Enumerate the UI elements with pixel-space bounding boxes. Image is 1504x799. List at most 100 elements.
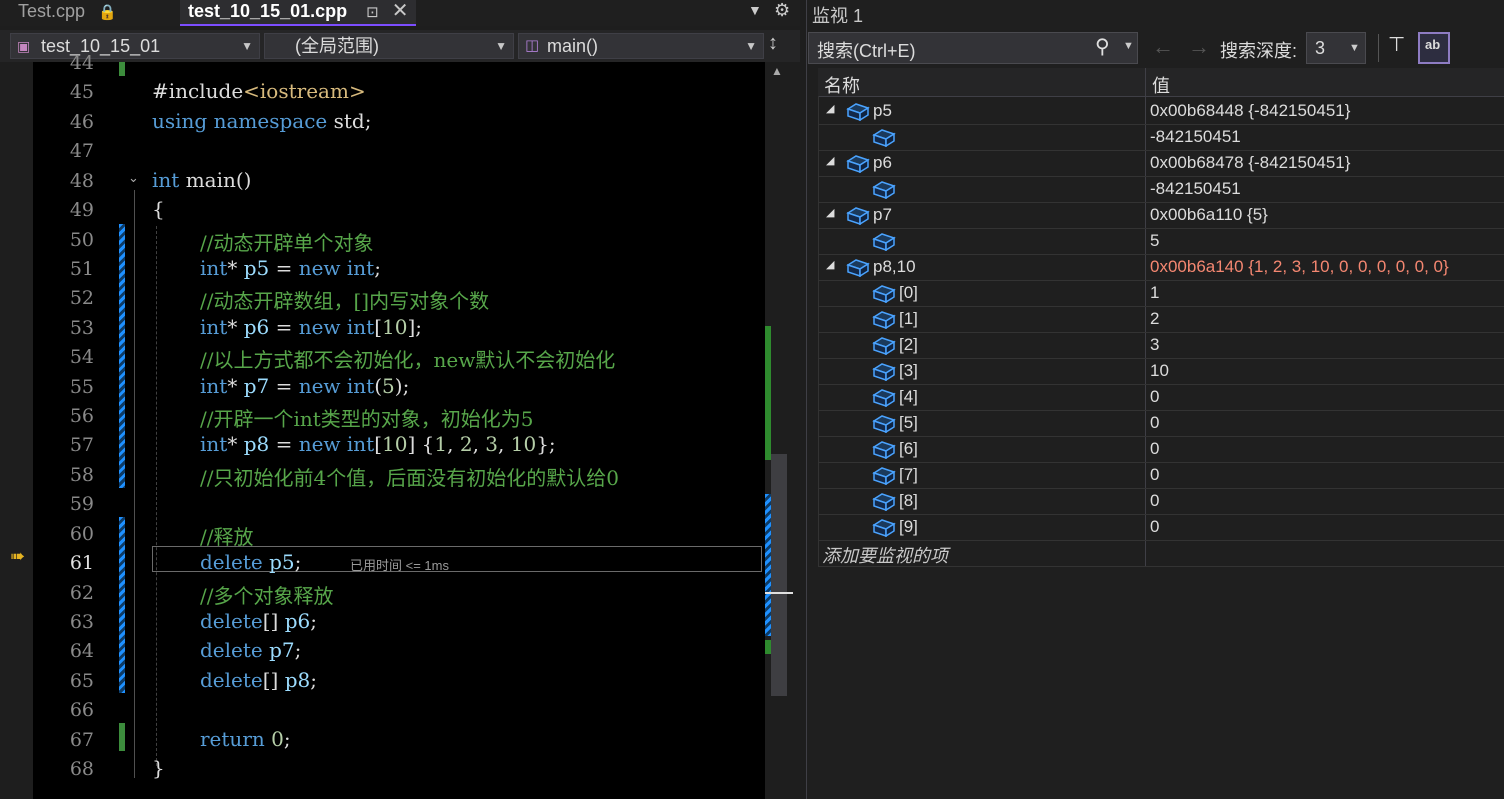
line-number: 45: [69, 81, 94, 104]
search-back-icon[interactable]: ←: [1152, 34, 1174, 60]
variable-icon: [872, 519, 896, 537]
code-line[interactable]: //以上方式都不会初始化，new默认不会初始化: [200, 344, 615, 373]
watch-value: 0: [1150, 491, 1160, 510]
watch-value: 0x00b68448 {-842150451}: [1150, 101, 1351, 120]
watch-row[interactable]: [818, 514, 1504, 541]
scroll-up-icon[interactable]: ▲: [771, 64, 783, 78]
code-line[interactable]: int* p5 = new int;: [200, 256, 381, 280]
line-number: 47: [69, 140, 94, 163]
search-forward-icon[interactable]: →: [1188, 34, 1210, 60]
expand-icon[interactable]: ◢: [826, 154, 834, 167]
line-number: 59: [69, 493, 94, 516]
code-line[interactable]: }: [152, 756, 165, 780]
variable-icon: [872, 467, 896, 485]
watch-name: [7]: [899, 465, 918, 484]
code-line[interactable]: int main(): [152, 168, 251, 192]
search-icon[interactable]: ⚲: [1095, 34, 1110, 59]
variable-icon: [846, 103, 870, 121]
line-number: 66: [69, 699, 94, 722]
variable-icon: [872, 389, 896, 407]
code-line[interactable]: int* p7 = new int(5);: [200, 374, 409, 398]
chevron-down-icon[interactable]: ▼: [1123, 40, 1134, 52]
watch-row[interactable]: [818, 384, 1504, 411]
scroll-change-marker: [765, 640, 771, 654]
variable-icon: [872, 285, 896, 303]
code-line[interactable]: return 0;: [200, 727, 291, 751]
split-icon[interactable]: ↕: [768, 32, 778, 55]
tab-test-cpp[interactable]: Test.cpp 🔒: [0, 0, 180, 26]
variable-icon: [872, 493, 896, 511]
code-line[interactable]: delete p7;: [200, 638, 301, 662]
expand-icon[interactable]: ◢: [826, 102, 834, 115]
gear-icon[interactable]: ⚙: [774, 0, 790, 21]
watch-value: 0: [1150, 439, 1160, 458]
variable-icon: [846, 155, 870, 173]
watch-value: 0x00b68478 {-842150451}: [1150, 153, 1351, 172]
add-watch-row[interactable]: 添加要监视的项: [818, 540, 1504, 567]
chevron-down-icon: ▼: [1349, 42, 1360, 54]
watch-row[interactable]: [818, 436, 1504, 463]
line-number: 67: [69, 728, 94, 751]
toolbar-separator: [1378, 34, 1379, 62]
watch-name: [2]: [899, 335, 918, 354]
watch-title: 监视 1: [812, 6, 864, 26]
code-line[interactable]: //多个对象释放: [200, 580, 333, 609]
close-icon[interactable]: ✕: [392, 0, 409, 22]
code-line[interactable]: //开辟一个int类型的对象，初始化为5: [200, 403, 534, 432]
code-line[interactable]: //释放: [200, 521, 253, 550]
scroll-thumb[interactable]: [771, 454, 787, 696]
column-header-name[interactable]: 名称: [824, 72, 860, 98]
expand-icon[interactable]: ◢: [826, 206, 834, 219]
watch-name: p5: [873, 101, 892, 120]
watch-row[interactable]: [818, 410, 1504, 437]
watch-search-box[interactable]: 搜索(Ctrl+E) ⚲ ▼: [808, 32, 1138, 64]
code-line[interactable]: delete[] p6;: [200, 609, 317, 633]
tab-test-10-15-01-cpp[interactable]: test_10_15_01.cpp ⊡ ✕: [180, 0, 416, 26]
pin-icon[interactable]: ⊡: [366, 4, 379, 21]
watch-name: p6: [873, 153, 892, 172]
code-line[interactable]: using namespace std;: [152, 109, 371, 133]
editor-scrollbar[interactable]: ▲: [765, 62, 793, 799]
text-visualizer-icon: ab: [1425, 37, 1441, 52]
scope-dropdown[interactable]: (全局范围) ▼: [264, 33, 514, 59]
column-header-value[interactable]: 值: [1152, 72, 1170, 98]
search-input[interactable]: 搜索(Ctrl+E): [817, 37, 916, 63]
code-line[interactable]: //动态开辟数组，[]内写对象个数: [200, 285, 489, 314]
member-dropdown[interactable]: ◫ main() ▼: [518, 33, 764, 59]
watch-row[interactable]: [818, 228, 1504, 255]
pin-icon[interactable]: ⊤: [1388, 32, 1405, 57]
watch-value: 2: [1150, 309, 1160, 328]
code-line[interactable]: //动态开辟单个对象: [200, 227, 373, 256]
dropdown-icon[interactable]: ▼: [748, 2, 762, 18]
watch-name: [4]: [899, 387, 918, 406]
chevron-down-icon: ▼: [495, 39, 507, 53]
indent-guide: [156, 226, 157, 766]
watch-name: [8]: [899, 491, 918, 510]
line-number: 55: [69, 375, 94, 398]
line-number: 64: [69, 640, 94, 663]
variable-icon: [872, 129, 896, 147]
watch-row[interactable]: [818, 280, 1504, 307]
watch-row[interactable]: [818, 488, 1504, 515]
line-number: 68: [69, 758, 94, 781]
watch-row[interactable]: [818, 332, 1504, 359]
watch-name: [5]: [899, 413, 918, 432]
add-watch-placeholder[interactable]: 添加要监视的项: [822, 542, 948, 568]
code-line[interactable]: delete[] p8;: [200, 668, 317, 692]
watch-row[interactable]: [818, 306, 1504, 333]
code-line[interactable]: int* p8 = new int[10] {1, 2, 3, 10};: [200, 432, 556, 456]
collapse-icon[interactable]: ⌄: [128, 170, 139, 186]
search-depth-select[interactable]: 3 ▼: [1306, 32, 1366, 64]
expand-icon[interactable]: ◢: [826, 258, 834, 271]
code-line[interactable]: delete p5;: [200, 550, 301, 574]
change-marker: [119, 723, 125, 751]
variable-icon: [846, 259, 870, 277]
code-line[interactable]: #include<iostream>: [152, 79, 366, 103]
code-line[interactable]: //只初始化前4个值，后面没有初始化的默认给0: [200, 462, 619, 491]
code-line[interactable]: {: [152, 197, 165, 221]
glyph-margin[interactable]: [0, 62, 33, 799]
watch-row[interactable]: [818, 462, 1504, 489]
code-line[interactable]: int* p6 = new int[10];: [200, 315, 422, 339]
variable-icon: [872, 181, 896, 199]
view-as-text-button[interactable]: ab: [1418, 32, 1450, 64]
